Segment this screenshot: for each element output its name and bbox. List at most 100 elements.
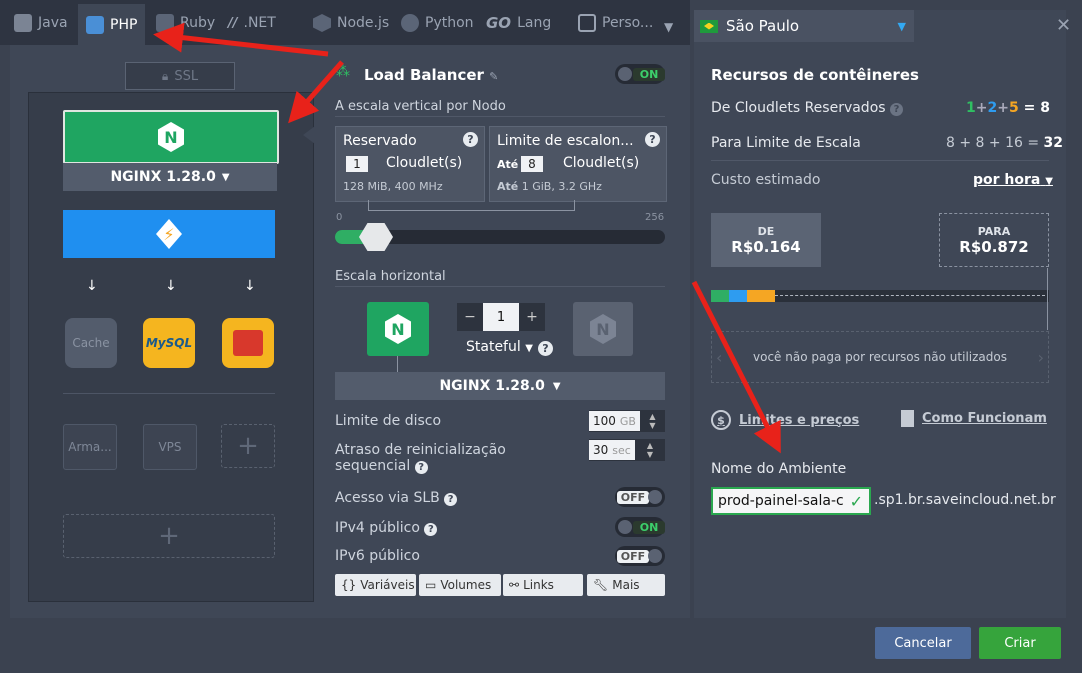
check-icon: ✓ <box>849 491 863 511</box>
load-balancer-icon: ⁂ <box>336 64 350 80</box>
dotnet-icon: // <box>228 15 238 31</box>
tab-java[interactable]: Java <box>14 8 68 38</box>
add-node-button[interactable]: + <box>221 424 275 468</box>
create-button[interactable]: Criar <box>979 627 1061 659</box>
caret-down-icon: ▼ <box>897 19 906 33</box>
edit-pencil-icon[interactable]: ✎ <box>489 70 498 83</box>
dollar-circle-icon: $ <box>711 410 731 430</box>
divider <box>63 393 275 394</box>
stateful-select[interactable]: Stateful ▼ <box>466 339 533 355</box>
engine-tabs: Java PHP Ruby //.NET Node.js Python GO La… <box>0 0 690 45</box>
nginx-version-select[interactable]: NGINX 1.28.0 ▼ <box>63 163 277 191</box>
plus-button[interactable]: + <box>519 309 545 325</box>
ipv6-toggle[interactable]: OFF <box>615 546 665 566</box>
nginx-balancer-node[interactable]: N <box>63 110 279 164</box>
nginx-version-select-2[interactable]: NGINX 1.28.0 ▼ <box>335 372 665 400</box>
cost-period-select[interactable]: por hora ▼ <box>973 172 1053 188</box>
redis-icon <box>233 330 263 356</box>
node-count-stepper[interactable]: − 1 + <box>457 303 545 331</box>
help-icon[interactable]: ? <box>444 493 458 506</box>
price-to: PARA R$0.872 <box>939 213 1049 267</box>
volume-icon: ▭ <box>425 578 437 592</box>
environment-domain-suffix: .sp1.br.saveincloud.net.br <box>874 492 1056 508</box>
nodejs-icon <box>313 14 331 32</box>
php-icon <box>86 15 104 34</box>
vps-node[interactable]: VPS <box>143 424 197 470</box>
help-icon[interactable]: ? <box>645 132 660 147</box>
disk-limit-label: Limite de disco <box>335 413 442 429</box>
estimated-cost-label: Custo estimado <box>711 172 821 188</box>
close-icon[interactable]: ✕ <box>1056 15 1071 36</box>
reserved-cloudlets-input[interactable]: 1 <box>346 156 368 172</box>
scale-limit-formula: 8 + 8 + 16 = 32 <box>946 135 1064 151</box>
nginx-node-disabled-icon: N <box>573 302 633 356</box>
reserved-title: Reservado <box>343 133 417 149</box>
node-title: Load Balancer ✎ <box>364 66 499 84</box>
tab-go[interactable]: GO Lang <box>486 8 551 38</box>
tab-nodejs[interactable]: Node.js <box>313 8 389 38</box>
tab-custom[interactable]: Perso... <box>578 8 653 38</box>
volumes-button[interactable]: ▭ Volumes <box>419 574 501 596</box>
nginx-node-icon-button[interactable]: N <box>367 302 429 356</box>
cancel-button[interactable]: Cancelar <box>875 627 971 659</box>
balancer-toggle[interactable]: ON <box>615 64 665 84</box>
cloudlets-label: Cloudlet(s) <box>386 155 463 171</box>
ruby-icon <box>156 14 174 32</box>
how-it-works-link[interactable]: Como Funcionam <box>901 410 1047 427</box>
help-icon[interactable]: ? <box>463 132 478 147</box>
ipv6-label: IPv6 público <box>335 548 420 564</box>
tab-ruby[interactable]: Ruby <box>156 8 215 38</box>
limit-spec: Até 1 GiB, 3.2 GHz <box>497 180 602 193</box>
restart-delay-input[interactable]: 30 sec ▲ ▼ <box>589 439 665 461</box>
tab-php[interactable]: PHP <box>78 4 146 45</box>
links-button[interactable]: ⚯ Links <box>503 574 583 596</box>
chevron-left-icon[interactable]: ‹ <box>716 348 722 367</box>
storage-node[interactable]: Arma... <box>63 424 117 470</box>
arrow-down-icon: ↓ <box>244 278 256 294</box>
help-icon[interactable]: ? <box>538 341 553 356</box>
slb-toggle[interactable]: OFF <box>615 487 665 507</box>
environment-name-label: Nome do Ambiente <box>711 461 847 477</box>
link-icon: ⚯ <box>509 578 520 592</box>
resources-title: Recursos de contêineres <box>711 66 919 84</box>
litespeed-icon: ⚡ <box>156 219 182 249</box>
nginx-icon: N <box>385 314 411 344</box>
python-icon <box>401 14 419 32</box>
help-icon[interactable]: ? <box>890 103 904 116</box>
ipv4-toggle[interactable]: ON <box>615 517 665 537</box>
reserved-spec: 128 MiB, 400 MHz <box>343 180 443 193</box>
mysql-node[interactable]: MySQL <box>143 318 195 368</box>
help-icon[interactable]: ? <box>414 461 428 474</box>
disk-limit-input[interactable]: 100 GB ▲ ▼ <box>589 410 665 432</box>
limit-cloudlets-input[interactable]: 8 <box>521 156 543 172</box>
help-icon[interactable]: ? <box>424 523 438 536</box>
caret-down-icon: ▼ <box>552 380 561 392</box>
redis-node[interactable] <box>222 318 274 368</box>
tab-dotnet[interactable]: //.NET <box>228 8 276 38</box>
reserved-cloudlets-label: De Cloudlets Reservados ? <box>711 100 904 116</box>
unused-resources-note: ‹ você não paga por recursos não utiliza… <box>711 331 1049 383</box>
region-select[interactable]: São Paulo ▼ <box>694 10 914 42</box>
scale-limit-label: Para Limite de Escala <box>711 135 861 151</box>
cost-bar <box>711 290 1049 302</box>
cloudlet-slider[interactable] <box>335 223 665 251</box>
arrow-down-icon: ↓ <box>86 278 98 294</box>
ipv4-label: IPv4 público ? <box>335 520 438 536</box>
brazil-flag-icon <box>700 19 718 33</box>
php-app-server-node[interactable]: ⚡ <box>63 210 275 258</box>
minus-button[interactable]: − <box>457 309 483 325</box>
cache-node[interactable]: Cache <box>65 318 117 368</box>
more-button[interactable]: 🔧︎ Mais <box>587 574 665 596</box>
add-layer-button[interactable]: + <box>63 514 275 558</box>
custom-icon <box>578 14 596 32</box>
limits-prices-link[interactable]: $ Limites e preços <box>711 410 859 430</box>
caret-down-icon: ▼ <box>221 171 230 183</box>
ssl-button[interactable]: 🔒︎ SSL <box>125 62 235 90</box>
environment-name-input[interactable]: prod-painel-sala-c ✓ <box>711 487 871 515</box>
tabs-more-chevron-icon[interactable]: ▼ <box>664 20 673 34</box>
tab-python[interactable]: Python <box>401 8 474 38</box>
java-icon <box>14 14 32 32</box>
variables-button[interactable]: {} Variáveis <box>335 574 416 596</box>
chevron-right-icon[interactable]: › <box>1038 348 1044 367</box>
go-icon: GO <box>486 14 512 32</box>
